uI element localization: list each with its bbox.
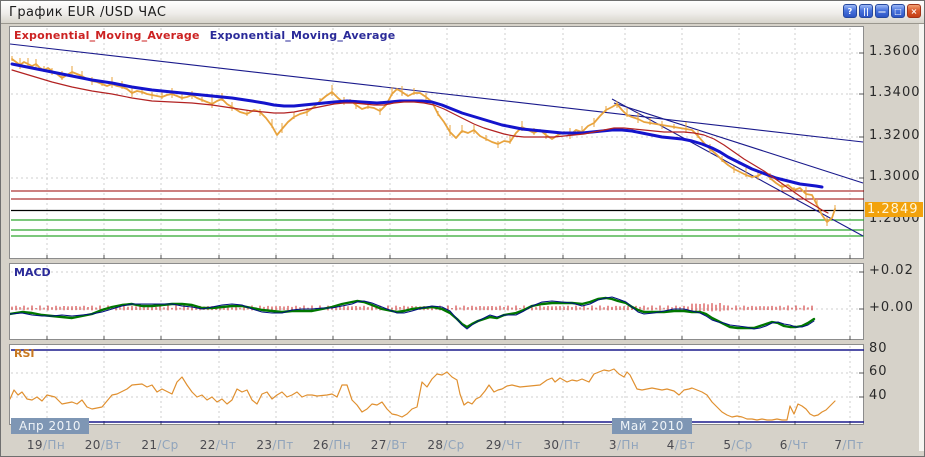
y-axis-label: 1.3000 [869, 169, 921, 184]
pause-button[interactable]: || [859, 4, 873, 18]
x-axis-label: 26/Пн [300, 438, 364, 452]
rsi-label: RSI [14, 347, 35, 360]
minimize-icon: — [878, 7, 886, 16]
current-price-tag: 1.2849 [865, 202, 923, 217]
maximize-icon: □ [894, 7, 902, 16]
chart-window: График EUR /USD ЧАС ? || — □ × Exponenti… [0, 0, 925, 457]
macd-label: MACD [14, 266, 51, 279]
y-axis-label: 1.3400 [869, 85, 921, 100]
question-icon: ? [848, 7, 853, 16]
macd-main-green [10, 298, 814, 328]
window-title: График EUR /USD ЧАС [9, 5, 166, 20]
month-tag-april: Апр 2010 [11, 418, 89, 434]
help-button[interactable]: ? [843, 4, 857, 18]
collapse-button[interactable]: — [875, 4, 889, 18]
y-axis-label: 1.3600 [869, 44, 921, 59]
rsi-canvas[interactable] [10, 345, 865, 426]
x-axis-label: 30/Пт [530, 438, 594, 452]
close-icon: × [911, 7, 918, 16]
x-axis-label: 22/Чт [186, 438, 250, 452]
x-axis-label: 28/Ср [414, 438, 478, 452]
ema-legend-blue: Exponential_Moving_Average [210, 29, 396, 42]
y-axis-label: +0.02 [869, 263, 914, 278]
x-axis-label: 27/Вт [357, 438, 421, 452]
y-axis-label: +0.00 [869, 300, 914, 315]
x-axis-label: 7/Пт [817, 438, 881, 452]
ema-legend-red: Exponential_Moving_Average [14, 29, 200, 42]
y-axis-label: 40 [869, 388, 888, 403]
month-tag-may: Май 2010 [612, 418, 692, 434]
x-axis-label: 20/Вт [71, 438, 135, 452]
x-axis-label: 3/Пн [592, 438, 656, 452]
x-axis-label: 23/Пт [243, 438, 307, 452]
window-buttons: ? || — □ × [843, 4, 921, 18]
price-chart-panel[interactable]: Exponential_Moving_Average Exponential_M… [9, 26, 864, 259]
y-axis-label: 1.3200 [869, 128, 921, 143]
indicator-legend: Exponential_Moving_Average Exponential_M… [14, 29, 401, 42]
rsi-panel[interactable]: RSI [9, 344, 864, 425]
x-axis-label: 21/Ср [128, 438, 192, 452]
x-axis-label: 19/Пн [14, 438, 78, 452]
window-titlebar[interactable]: График EUR /USD ЧАС ? || — □ × [1, 1, 924, 24]
y-axis-label: 80 [869, 341, 888, 356]
ema-slow-blue [12, 64, 822, 187]
pause-icon: || [863, 7, 869, 16]
trendline [10, 44, 863, 142]
close-button[interactable]: × [907, 4, 921, 18]
rsi-line [10, 369, 835, 420]
x-axis-label: 4/Вт [649, 438, 713, 452]
macd-panel[interactable]: MACD [9, 263, 864, 340]
macd-canvas[interactable] [10, 264, 865, 341]
y-axis-label: 60 [869, 364, 888, 379]
price-canvas[interactable] [10, 27, 865, 260]
x-axis-label: 29/Чт [472, 438, 536, 452]
maximize-button[interactable]: □ [891, 4, 905, 18]
x-axis-label: 5/Ср [706, 438, 770, 452]
price-candles [12, 59, 835, 222]
